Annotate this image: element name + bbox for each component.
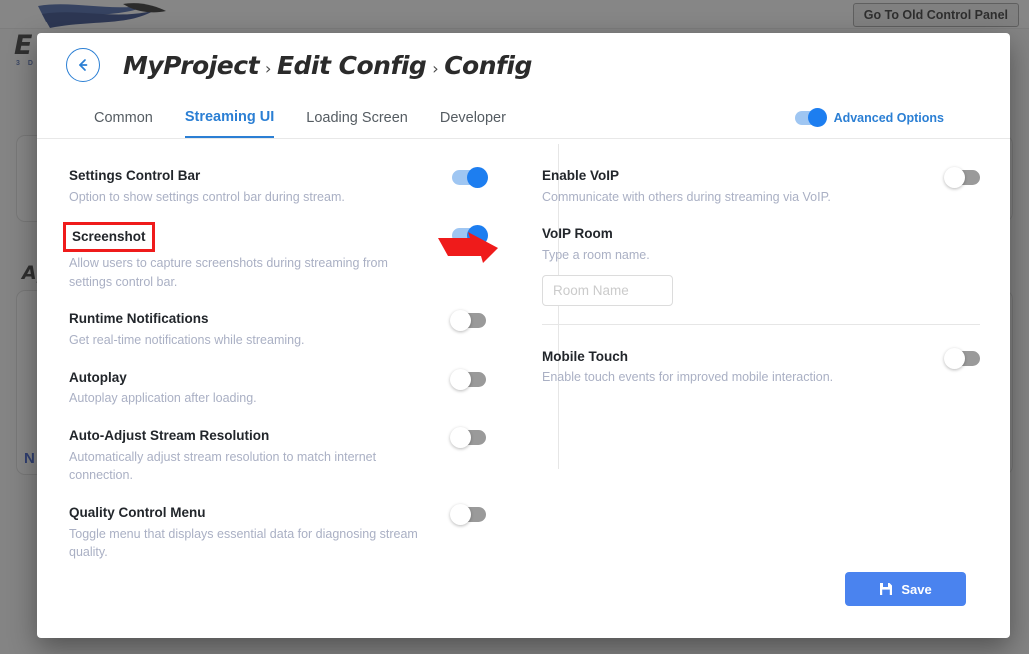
voip-room-input[interactable] [542, 275, 673, 306]
setting-text: Autoplay Autoplay application after load… [69, 368, 452, 408]
setting-text: Runtime Notifications Get real-time noti… [69, 309, 452, 349]
setting-title: Quality Control Menu [69, 503, 206, 523]
setting-title: Enable VoIP [542, 166, 619, 186]
toggle-knob [944, 167, 965, 188]
breadcrumb-item-config[interactable]: Config [444, 51, 532, 80]
tab-loading-screen[interactable]: Loading Screen [306, 99, 408, 137]
mobile-touch-toggle[interactable] [946, 351, 980, 366]
settings-control-bar-toggle[interactable] [452, 170, 486, 185]
advanced-options-control[interactable]: Advanced Options [795, 111, 944, 125]
setting-text: Settings Control Bar Option to show sett… [69, 166, 452, 206]
arrow-left-icon [74, 56, 92, 74]
right-column-divider [542, 324, 980, 325]
setting-title: Screenshot [63, 222, 155, 252]
floppy-disk-icon [879, 582, 893, 596]
setting-autoplay: Autoplay Autoplay application after load… [69, 368, 486, 408]
setting-text: Quality Control Menu Toggle menu that di… [69, 503, 452, 562]
toggle-knob [467, 167, 488, 188]
setting-description: Type a room name. [542, 246, 962, 265]
runtime-notifications-toggle[interactable] [452, 313, 486, 328]
toggle-knob [450, 504, 471, 525]
advanced-options-label: Advanced Options [834, 111, 944, 125]
setting-title: Settings Control Bar [69, 166, 200, 186]
tab-streaming-ui[interactable]: Streaming UI [185, 98, 274, 138]
breadcrumb-item-edit-config[interactable]: Edit Config [277, 51, 426, 80]
setting-voip-room: VoIP Room Type a room name. [542, 224, 980, 305]
tab-common[interactable]: Common [94, 99, 153, 137]
auto-adjust-stream-resolution-toggle[interactable] [452, 430, 486, 445]
tab-bar: Common Streaming UI Loading Screen Devel… [37, 97, 1010, 139]
breadcrumb-item-project[interactable]: MyProject [123, 51, 259, 80]
toggle-knob [450, 310, 471, 331]
toggle-knob [808, 108, 827, 127]
setting-title: Auto-Adjust Stream Resolution [69, 426, 269, 446]
setting-description: Enable touch events for improved mobile … [542, 368, 928, 387]
toggle-knob [944, 348, 965, 369]
setting-quality-control-menu: Quality Control Menu Toggle menu that di… [69, 503, 486, 562]
autoplay-toggle[interactable] [452, 372, 486, 387]
setting-title: Autoplay [69, 368, 127, 388]
setting-enable-voip: Enable VoIP Communicate with others duri… [542, 166, 980, 206]
screenshot-toggle[interactable] [452, 228, 486, 243]
setting-text: Enable VoIP Communicate with others duri… [542, 166, 946, 206]
advanced-options-toggle[interactable] [795, 111, 825, 125]
quality-control-menu-toggle[interactable] [452, 507, 486, 522]
setting-screenshot: Screenshot Allow users to capture screen… [69, 224, 486, 291]
setting-description: Toggle menu that displays essential data… [69, 525, 434, 563]
setting-text: VoIP Room Type a room name. [542, 224, 980, 305]
toggle-knob [450, 369, 471, 390]
right-settings-column: Enable VoIP Communicate with others duri… [504, 161, 1010, 619]
config-modal: MyProject › Edit Config › Config Common … [37, 33, 1010, 638]
setting-title: VoIP Room [542, 224, 613, 244]
tab-developer[interactable]: Developer [440, 99, 506, 137]
setting-text: Screenshot Allow users to capture screen… [69, 224, 452, 291]
setting-description: Option to show settings control bar duri… [69, 188, 434, 207]
breadcrumb-separator: › [432, 59, 438, 78]
setting-auto-adjust-stream-resolution: Auto-Adjust Stream Resolution Automatica… [69, 426, 486, 485]
toggle-knob [450, 427, 471, 448]
setting-description: Communicate with others during streaming… [542, 188, 928, 207]
save-button[interactable]: Save [845, 572, 966, 606]
toggle-knob [467, 225, 488, 246]
setting-text: Mobile Touch Enable touch events for imp… [542, 347, 946, 387]
setting-description: Allow users to capture screenshots durin… [69, 254, 434, 292]
modal-footer: Save [37, 561, 1010, 638]
enable-voip-toggle[interactable] [946, 170, 980, 185]
modal-header: MyProject › Edit Config › Config [37, 33, 1010, 97]
setting-title: Mobile Touch [542, 347, 628, 367]
setting-settings-control-bar: Settings Control Bar Option to show sett… [69, 166, 486, 206]
breadcrumb: MyProject › Edit Config › Config [123, 51, 532, 80]
setting-description: Get real-time notifications while stream… [69, 331, 434, 350]
setting-description: Automatically adjust stream resolution t… [69, 448, 434, 486]
setting-title: Runtime Notifications [69, 309, 209, 329]
breadcrumb-separator: › [265, 59, 271, 78]
setting-text: Auto-Adjust Stream Resolution Automatica… [69, 426, 452, 485]
back-button[interactable] [66, 48, 100, 82]
modal-body: Settings Control Bar Option to show sett… [37, 139, 1010, 619]
left-settings-column: Settings Control Bar Option to show sett… [37, 161, 504, 619]
save-button-label: Save [901, 582, 931, 597]
setting-description: Autoplay application after loading. [69, 389, 434, 408]
setting-runtime-notifications: Runtime Notifications Get real-time noti… [69, 309, 486, 349]
setting-mobile-touch: Mobile Touch Enable touch events for imp… [542, 347, 980, 387]
